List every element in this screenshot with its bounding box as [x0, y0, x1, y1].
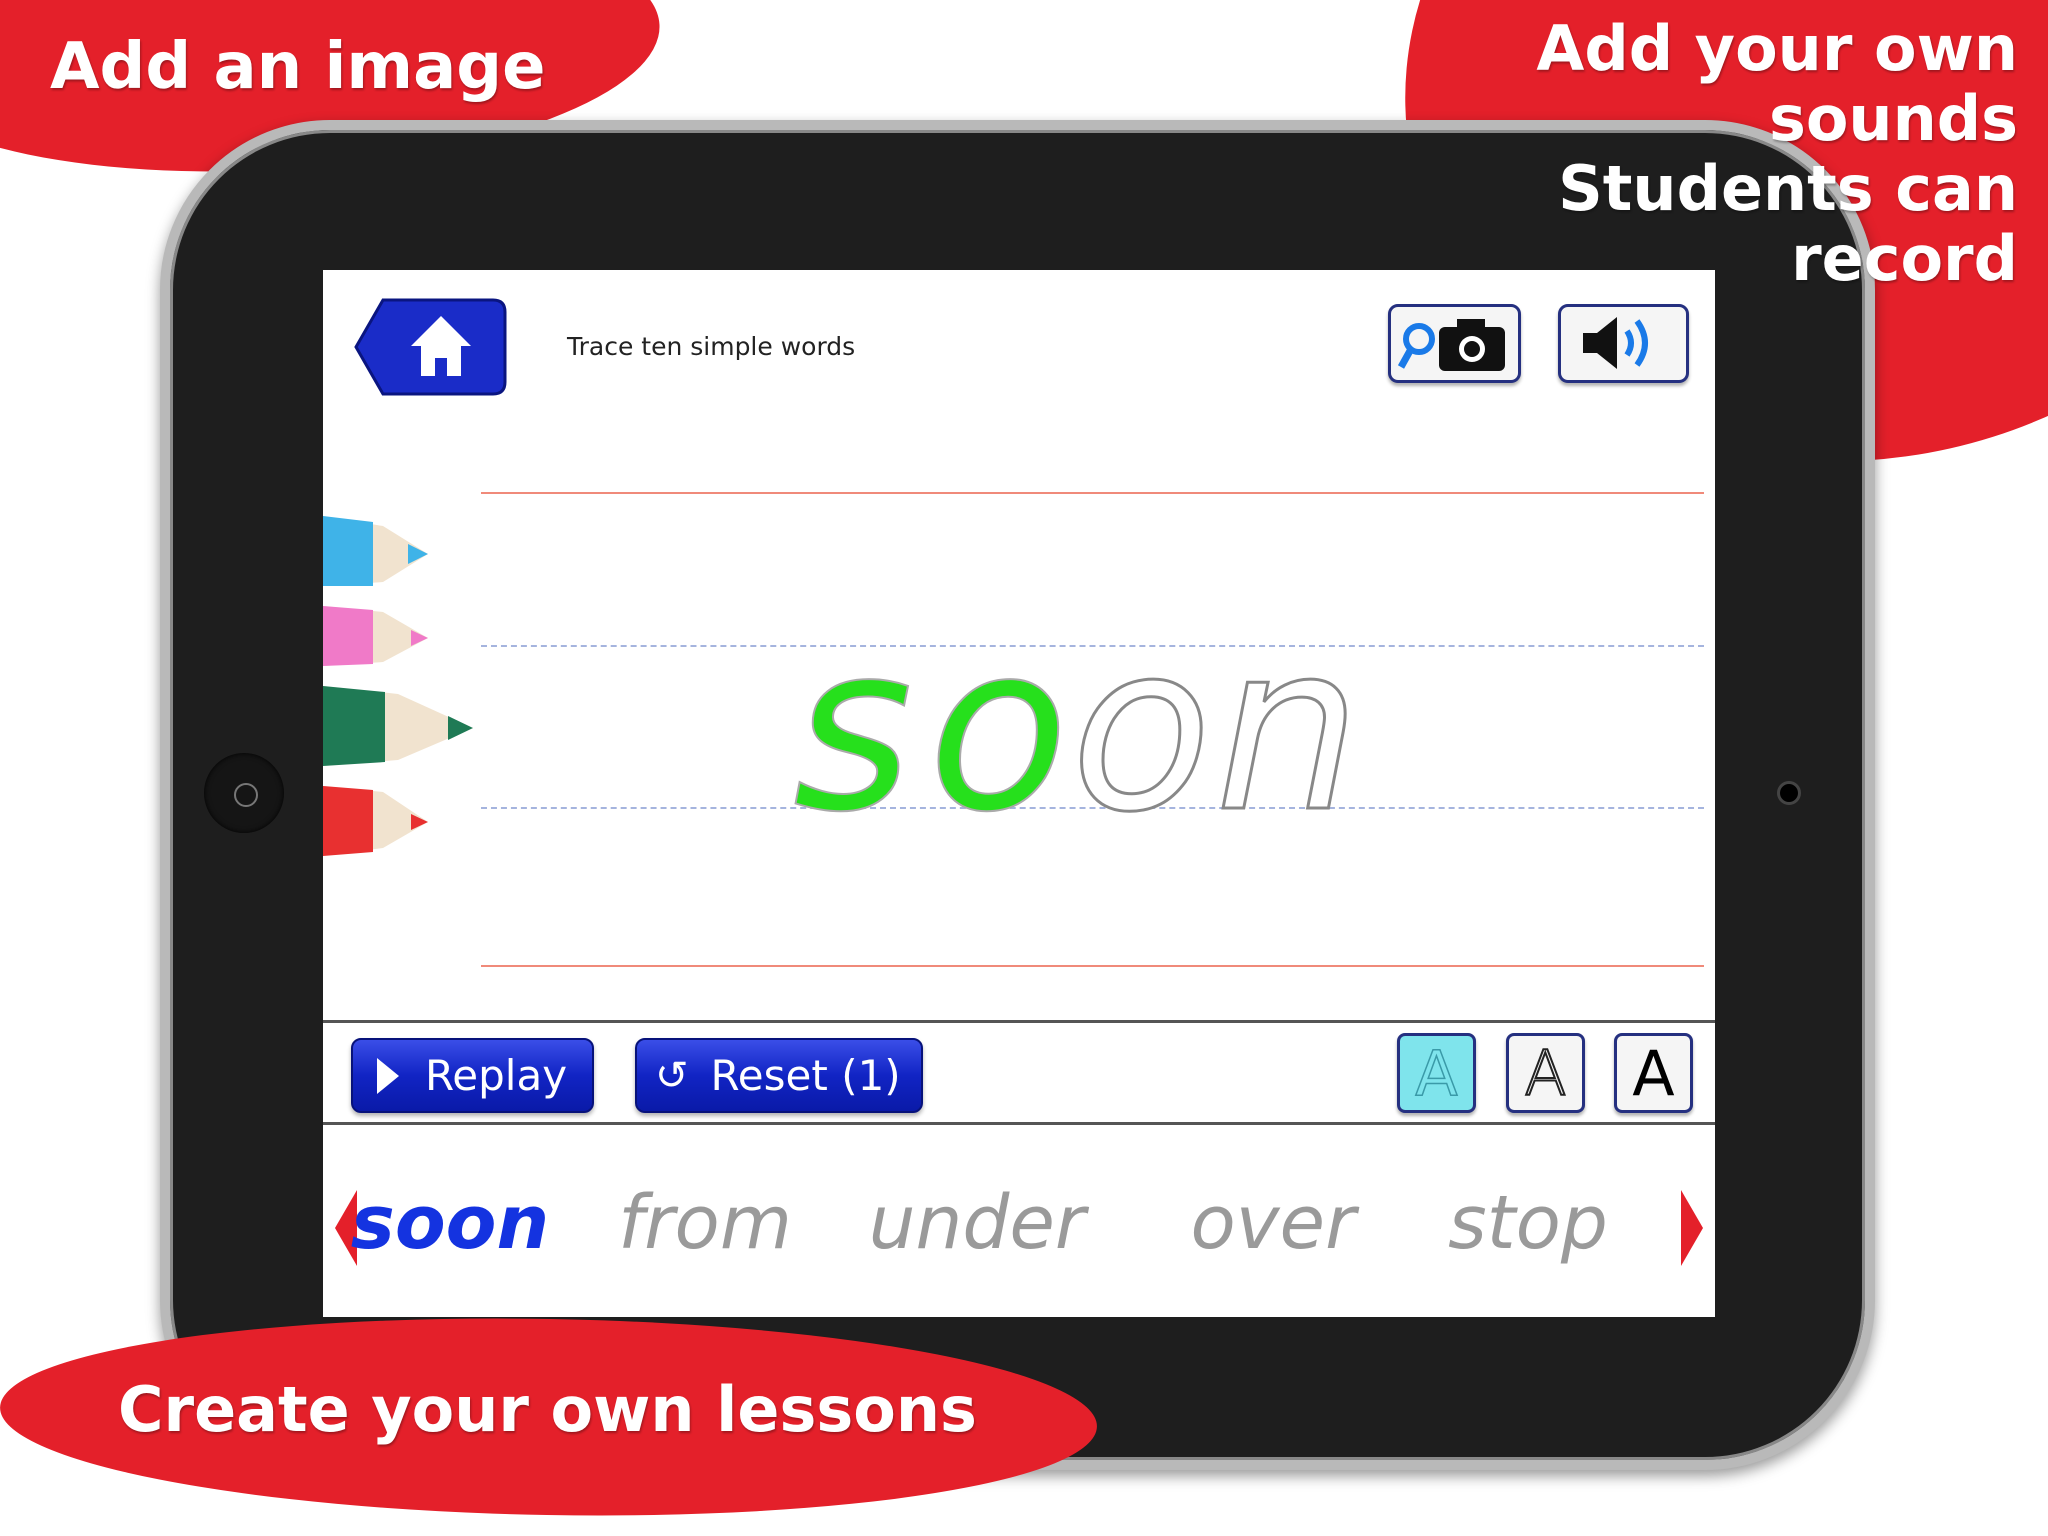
replay-label: Replay: [425, 1051, 568, 1100]
home-icon: [354, 298, 507, 396]
trace-letter-o-2: o: [1071, 600, 1212, 840]
word-item[interactable]: over: [1190, 1180, 1355, 1266]
trace-letter-s: s: [793, 600, 913, 840]
caption-sounds: Add your own sounds Students can record: [1536, 12, 2018, 295]
trace-word: s o o n: [792, 600, 1362, 840]
lesson-title: Trace ten simple words: [567, 332, 856, 361]
word-item[interactable]: stop: [1448, 1180, 1608, 1266]
word-item[interactable]: from: [618, 1180, 792, 1266]
top-guide-line: [481, 492, 1704, 494]
bottom-guide-line: [481, 965, 1704, 967]
word-item[interactable]: under: [869, 1180, 1086, 1266]
tablet-home-button: [204, 753, 284, 833]
speaker-icon: [1583, 317, 1648, 369]
caption-create-lessons: Create your own lessons: [118, 1373, 977, 1446]
camera-icon: [1439, 319, 1505, 371]
pencils-image: [323, 516, 473, 856]
home-button[interactable]: [353, 296, 509, 398]
undo-icon: ↺: [655, 1052, 689, 1099]
sound-button[interactable]: [1558, 304, 1689, 383]
trace-letter-o: o: [928, 600, 1069, 840]
reset-button[interactable]: ↺ Reset (1): [635, 1038, 923, 1113]
font-style-dotted-button[interactable]: A: [1506, 1033, 1585, 1113]
tablet-camera: [1777, 781, 1801, 805]
app-screen: Trace ten simple words s o o n Replay ↺ …: [323, 270, 1715, 1317]
font-style-outline-button[interactable]: A: [1397, 1033, 1476, 1113]
photo-button[interactable]: [1388, 304, 1521, 383]
word-item-selected[interactable]: soon: [351, 1180, 549, 1266]
caption-add-image: Add an image: [50, 30, 546, 104]
toolbar-divider-bottom: [323, 1122, 1715, 1125]
reset-label: Reset (1): [710, 1051, 901, 1100]
replay-button[interactable]: Replay: [351, 1038, 594, 1113]
play-icon: [377, 1057, 399, 1094]
font-style-solid-button[interactable]: A: [1614, 1033, 1693, 1113]
toolbar-divider-top: [323, 1020, 1715, 1023]
trace-letter-n: n: [1215, 600, 1361, 840]
magnifier-icon: [1397, 323, 1435, 369]
next-word-arrow[interactable]: [1681, 1190, 1703, 1266]
